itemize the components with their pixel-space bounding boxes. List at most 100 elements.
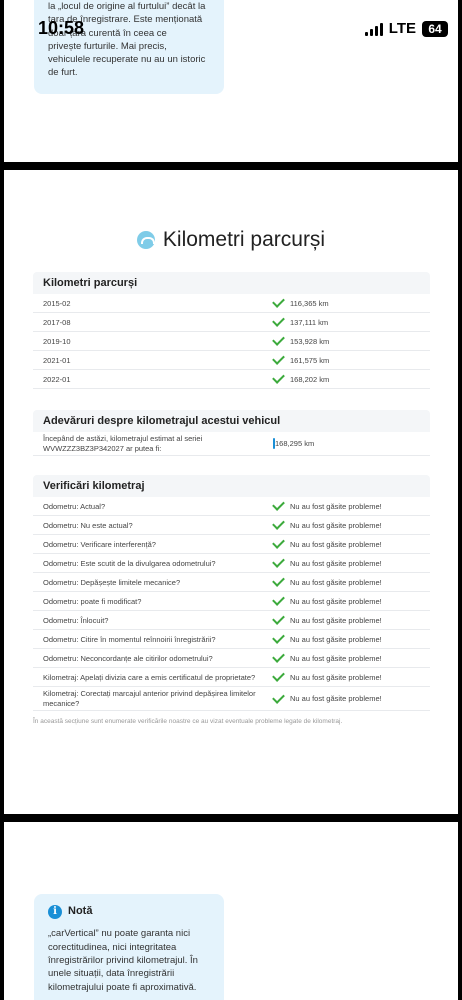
check-label: Odometru: Este scutit de la divulgarea o… bbox=[43, 558, 216, 568]
note-box: i Notă „carVertical” nu poate garanta ni… bbox=[34, 894, 224, 1000]
check-icon bbox=[272, 517, 285, 530]
table-row: Odometru: Neconcordanțe ale citirilor od… bbox=[33, 649, 430, 668]
check-icon bbox=[272, 333, 285, 346]
check-result: Nu au fost găsite probleme! bbox=[290, 501, 382, 511]
mileage-value: 168,202 km bbox=[290, 374, 330, 384]
note-page: i Notă „carVertical” nu poate garanta ni… bbox=[4, 822, 458, 1000]
note-header: i Notă bbox=[48, 904, 210, 919]
check-icon bbox=[272, 371, 285, 384]
table-row: 2022-01 168,202 km bbox=[33, 370, 430, 389]
check-result: Nu au fost găsite probleme! bbox=[290, 653, 382, 663]
note-title: Notă bbox=[68, 905, 93, 917]
info-line: țara de înregistrare. Este menționată bbox=[48, 14, 203, 26]
info-line: la „locul de origine al furtului” decât … bbox=[48, 1, 206, 12]
mileage-date: 2017-08 bbox=[43, 317, 71, 327]
table-row: 2019-10 153,928 km bbox=[33, 332, 430, 351]
mileage-date: 2015-02 bbox=[43, 298, 71, 308]
check-result: Nu au fost găsite probleme! bbox=[290, 615, 382, 625]
mileage-date: 2022-01 bbox=[43, 374, 71, 384]
estimate-text-line: Începând de astăzi, kilometrajul estimat… bbox=[43, 434, 203, 444]
check-label: Kilometraj: Corectați marcajul anterior … bbox=[33, 689, 273, 708]
check-label: Kilometraj: Apelați divizia care a emis … bbox=[43, 672, 256, 682]
check-result: Nu au fost găsite probleme! bbox=[290, 694, 382, 703]
check-icon bbox=[272, 574, 285, 587]
table-row: 2017-08 137,111 km bbox=[33, 313, 430, 332]
mileage-value: 137,111 km bbox=[290, 317, 329, 327]
odometer-icon bbox=[136, 231, 155, 249]
note-line: „carVertical” nu poate garanta nici bbox=[48, 928, 191, 940]
mileage-heading: Kilometri parcurși bbox=[33, 272, 430, 294]
check-label: Odometru: Verificare interferență? bbox=[43, 539, 156, 549]
check-label: Odometru: Nu este actual? bbox=[43, 520, 133, 530]
table-row: Odometru: Depășește limitele mecanice? Nu… bbox=[33, 573, 430, 592]
info-line: privește furturile. Mai precis, bbox=[48, 40, 167, 52]
check-icon bbox=[272, 612, 285, 625]
check-icon bbox=[272, 555, 285, 568]
table-row: Odometru: Înlocuit? Nu au fost găsite pro… bbox=[33, 611, 430, 630]
check-label: Odometru: Actual? bbox=[43, 501, 106, 511]
table-row: Odometru: Citire în momentul reînnoirii … bbox=[33, 630, 430, 649]
table-row: Odometru: poate fi modificat? Nu au fost … bbox=[33, 592, 430, 611]
note-line: kilometrajului poate fi aproximativă. bbox=[48, 981, 197, 993]
mileage-card: Kilometri parcurși 2015-02 116,365 km 20… bbox=[33, 272, 430, 389]
top-page: la „locul de origine al furtului” decât … bbox=[4, 0, 458, 162]
truths-heading: Adevăruri despre kilometrajul acestui ve… bbox=[33, 410, 430, 432]
mileage-value: 153,928 km bbox=[290, 336, 330, 346]
mileage-value: 161,575 km bbox=[290, 355, 330, 365]
estimate-text: Începând de astăzi, kilometrajul estimat… bbox=[33, 434, 273, 453]
estimate-text-line: WVWZZZ3BZ3P342027 ar putea fi: bbox=[43, 443, 162, 453]
checks-card: Verificări kilometraj Odometru: Actual? N… bbox=[33, 475, 430, 711]
note-line: corectitudinea, nici integritatea bbox=[48, 941, 177, 953]
check-icon bbox=[272, 593, 285, 606]
info-box: la „locul de origine al furtului” decât … bbox=[34, 0, 224, 94]
check-label-line: Kilometraj: Corectați marcajul anterior … bbox=[43, 689, 256, 699]
table-row: Kilometraj: Corectați marcajul anterior … bbox=[33, 687, 430, 711]
table-row: Odometru: Actual? Nu au fost găsite probl… bbox=[33, 497, 430, 516]
check-icon bbox=[272, 669, 285, 682]
check-label: Odometru: Depășește limitele mecanice? bbox=[43, 577, 181, 587]
mileage-value: 116,365 km bbox=[290, 298, 329, 308]
check-label: Odometru: Înlocuit? bbox=[43, 615, 109, 625]
info-line: de furt. bbox=[48, 67, 78, 79]
check-icon bbox=[272, 352, 285, 365]
mileage-date: 2021-01 bbox=[43, 355, 71, 365]
table-row: Odometru: Verificare interferență? Nu au … bbox=[33, 535, 430, 554]
check-icon bbox=[272, 690, 285, 704]
info-line: vehiculele recuperate nu au un istoric bbox=[48, 54, 206, 66]
note-line: unele situații, data înregistrării bbox=[48, 968, 175, 980]
table-row: Kilometraj: Apelați divizia care a emis … bbox=[33, 668, 430, 687]
section-title-text: Kilometri parcurși bbox=[162, 228, 326, 251]
footnote: În această secțiune sunt enumerate verif… bbox=[33, 718, 343, 725]
check-result: Nu au fost găsite probleme! bbox=[290, 539, 382, 549]
check-result: Nu au fost găsite probleme! bbox=[290, 577, 382, 587]
info-icon: i bbox=[48, 904, 62, 919]
check-label-line: mecanice? bbox=[43, 698, 80, 708]
check-label: Odometru: Neconcordanțe ale citirilor od… bbox=[43, 653, 213, 663]
check-result: Nu au fost găsite probleme! bbox=[290, 672, 382, 682]
table-row: Odometru: Este scutit de la divulgarea o… bbox=[33, 554, 430, 573]
check-result: Nu au fost găsite probleme! bbox=[290, 558, 382, 568]
checks-heading: Verificări kilometraj bbox=[33, 475, 430, 497]
check-label: Odometru: poate fi modificat? bbox=[43, 596, 142, 606]
check-icon bbox=[272, 631, 285, 644]
table-row: 2021-01 161,575 km bbox=[33, 351, 430, 370]
table-row: 2015-02 116,365 km bbox=[33, 294, 430, 313]
check-icon bbox=[272, 295, 285, 308]
mileage-date: 2019-10 bbox=[43, 336, 71, 346]
estimate-row: Începând de astăzi, kilometrajul estimat… bbox=[33, 432, 430, 456]
truths-card: Adevăruri despre kilometrajul acestui ve… bbox=[33, 410, 430, 456]
mileage-page: Kilometri parcurși Kilometri parcurși 20… bbox=[4, 170, 458, 814]
check-icon bbox=[272, 314, 285, 327]
info-line: doar țara curentă în ceea ce bbox=[48, 27, 167, 39]
check-result: Nu au fost găsite probleme! bbox=[290, 634, 382, 644]
check-label: Odometru: Citire în momentul reînnoirii … bbox=[43, 634, 216, 644]
table-row: Odometru: Nu este actual? Nu au fost găsi… bbox=[33, 516, 430, 535]
section-title: Kilometri parcurși bbox=[4, 228, 458, 252]
estimate-value: 168,295 km bbox=[275, 439, 315, 448]
check-result: Nu au fost găsite probleme! bbox=[290, 520, 382, 530]
note-line: înregistrărilor privind kilometrajul. În bbox=[48, 954, 198, 966]
check-result: Nu au fost găsite probleme! bbox=[290, 596, 382, 606]
check-icon bbox=[272, 536, 285, 549]
check-icon bbox=[272, 650, 285, 663]
check-icon bbox=[272, 498, 285, 511]
